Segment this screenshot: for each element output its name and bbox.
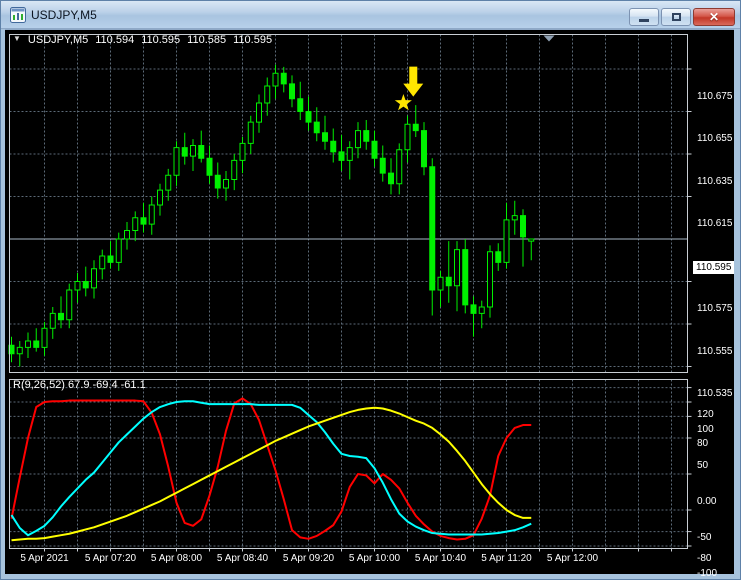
chart-window: USDJPY,M5 ✕ 110.675 110.655 110.635 110.615… <box>0 0 741 580</box>
signal-arrow-down-icon <box>403 66 424 97</box>
close-button[interactable]: ✕ <box>693 8 735 26</box>
minimize-icon <box>639 18 649 22</box>
restore-icon <box>671 13 681 21</box>
ohlc-high: 110.595 <box>141 34 181 46</box>
chart-client-area[interactable]: 110.675 110.655 110.635 110.615 110.575 110.5… <box>5 29 735 579</box>
indicator-header: R(9,26,52) 67.9 -69.4 -61.1 <box>13 379 146 391</box>
close-icon: ✕ <box>708 10 720 24</box>
chart-window-icon[interactable] <box>10 6 26 23</box>
chart-ohlc-header: ▼ USDJPY,M5 110.594 110.595 110.585 110.… <box>13 34 272 46</box>
chart-symbol-period: USDJPY,M5 <box>27 34 89 46</box>
chart-canvas[interactable] <box>5 30 734 575</box>
chart-dropdown-icon[interactable]: ▼ <box>13 34 21 46</box>
ohlc-open: 110.594 <box>95 34 135 46</box>
ohlc-close: 110.595 <box>233 34 273 46</box>
title-bar[interactable]: USDJPY,M5 ✕ <box>1 1 740 29</box>
chart-shift-marker-icon <box>543 35 555 42</box>
signal-star-icon <box>394 94 412 111</box>
window-title: USDJPY,M5 <box>31 7 97 22</box>
restore-button[interactable] <box>661 8 691 26</box>
minimize-button[interactable] <box>629 8 659 26</box>
ohlc-low: 110.585 <box>187 34 227 46</box>
